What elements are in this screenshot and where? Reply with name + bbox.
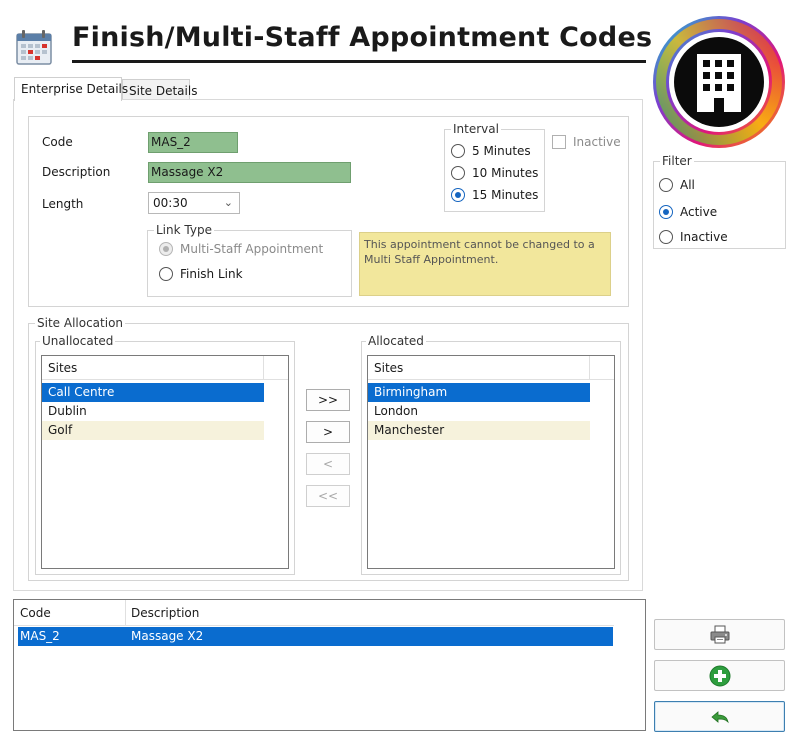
cell-code: MAS_2	[20, 629, 60, 643]
list-item[interactable]: Golf	[42, 421, 264, 440]
radio-interval-15[interactable]: 15 Minutes	[451, 186, 538, 204]
checkbox-indicator	[552, 135, 566, 149]
radio-indicator	[659, 205, 673, 219]
column-header-code[interactable]: Code	[20, 600, 51, 626]
column-divider	[125, 600, 126, 626]
printer-icon	[710, 625, 729, 643]
move-all-right-button[interactable]: >>	[306, 389, 350, 411]
code-label: Code	[42, 135, 73, 149]
radio-label: Multi-Staff Appointment	[180, 242, 324, 256]
list-item[interactable]: Manchester	[368, 421, 590, 440]
list-item[interactable]: Birmingham	[368, 383, 590, 402]
filter-legend: Filter	[660, 154, 694, 168]
calendar-app-icon	[14, 28, 58, 68]
building-logo-icon	[651, 14, 787, 150]
description-input[interactable]: Massage X2	[148, 162, 351, 183]
allocated-legend: Allocated	[366, 334, 426, 348]
length-label: Length	[42, 197, 84, 211]
radio-interval-10[interactable]: 10 Minutes	[451, 164, 538, 182]
list-header-sites: Sites	[48, 361, 78, 375]
chevron-down-icon: ⌄	[223, 196, 233, 209]
list-header-sites: Sites	[374, 361, 404, 375]
inactive-label: Inactive	[573, 135, 621, 149]
inactive-checkbox[interactable]: Inactive	[552, 133, 621, 151]
allocated-sites-list[interactable]: Sites Birmingham London Manchester	[367, 355, 615, 569]
undo-button[interactable]	[654, 701, 785, 732]
page-title: Finish/Multi-Staff Appointment Codes	[72, 22, 653, 53]
radio-finish-link[interactable]: Finish Link	[159, 265, 243, 283]
radio-label: 15 Minutes	[472, 188, 539, 202]
list-header: Sites	[42, 356, 288, 380]
radio-label: Inactive	[680, 230, 728, 244]
code-input[interactable]: MAS_2	[148, 132, 238, 153]
radio-filter-inactive[interactable]: Inactive	[659, 228, 728, 246]
move-right-button[interactable]: >	[306, 421, 350, 443]
cell-description: Massage X2	[131, 629, 204, 643]
radio-filter-all[interactable]: All	[659, 176, 695, 194]
column-header-description[interactable]: Description	[131, 600, 199, 626]
radio-label: Active	[680, 205, 718, 219]
radio-indicator	[451, 166, 465, 180]
radio-label: All	[680, 178, 695, 192]
radio-indicator	[659, 178, 673, 192]
move-all-left-button[interactable]: <<	[306, 485, 350, 507]
grid-header: Code Description	[14, 600, 614, 626]
title-underline	[72, 60, 646, 63]
undo-arrow-icon	[710, 710, 729, 723]
interval-legend: Interval	[451, 122, 501, 136]
codes-grid[interactable]: Code Description MAS_2 Massage X2	[13, 599, 646, 731]
info-note: This appointment cannot be changed to a …	[359, 232, 611, 296]
print-button[interactable]	[654, 619, 785, 650]
radio-label: 5 Minutes	[472, 144, 531, 158]
column-divider	[589, 356, 590, 380]
radio-indicator	[159, 242, 173, 256]
radio-indicator	[451, 188, 465, 202]
radio-multi-staff-appointment[interactable]: Multi-Staff Appointment	[159, 240, 323, 258]
site-allocation-legend: Site Allocation	[35, 316, 126, 330]
radio-label: 10 Minutes	[472, 166, 539, 180]
move-left-button[interactable]: <	[306, 453, 350, 475]
list-item[interactable]: Call Centre	[42, 383, 264, 402]
radio-indicator	[159, 267, 173, 281]
add-button[interactable]	[654, 660, 785, 691]
length-select[interactable]: 00:30 ⌄	[148, 192, 240, 214]
list-header: Sites	[368, 356, 614, 380]
radio-indicator	[451, 144, 465, 158]
description-label: Description	[42, 165, 111, 179]
radio-indicator	[659, 230, 673, 244]
radio-label: Finish Link	[180, 267, 243, 281]
plus-circle-icon	[709, 665, 730, 686]
list-item[interactable]: London	[368, 402, 590, 421]
list-item[interactable]: Dublin	[42, 402, 264, 421]
table-row[interactable]: MAS_2 Massage X2	[18, 627, 613, 646]
column-divider	[263, 356, 264, 380]
radio-interval-5[interactable]: 5 Minutes	[451, 142, 531, 160]
link-type-legend: Link Type	[154, 223, 214, 237]
unallocated-sites-list[interactable]: Sites Call Centre Dublin Golf	[41, 355, 289, 569]
tab-enterprise-details[interactable]: Enterprise Details	[14, 77, 128, 101]
unallocated-legend: Unallocated	[40, 334, 116, 348]
tab-site-details[interactable]: Site Details	[122, 79, 197, 100]
length-value: 00:30	[153, 196, 188, 210]
radio-filter-active[interactable]: Active	[659, 203, 717, 221]
